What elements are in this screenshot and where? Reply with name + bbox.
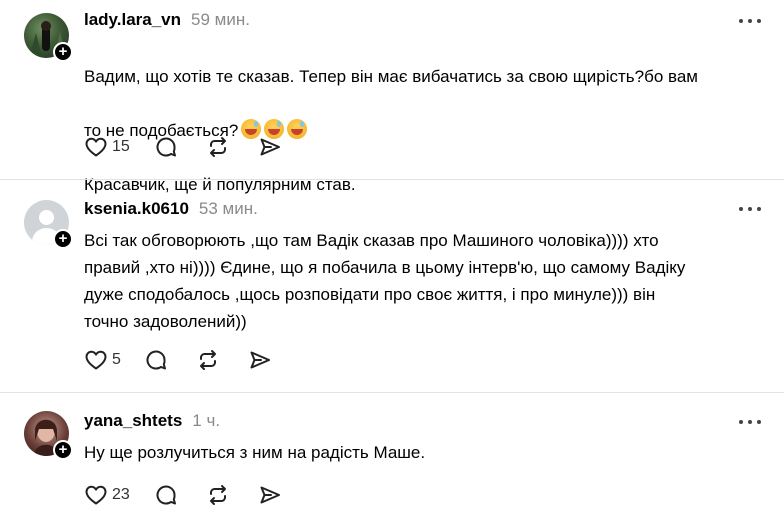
username[interactable]: ksenia.k0610 (84, 199, 189, 219)
repost-icon (210, 485, 226, 505)
share-button[interactable] (248, 347, 288, 373)
send-icon (260, 486, 280, 504)
post: + lady.lara_vn 59 мин. Вадим, що хотів т… (0, 0, 784, 194)
like-count: 5 (112, 351, 121, 368)
like-button[interactable]: 5 (84, 347, 144, 373)
like-count: 23 (112, 486, 130, 503)
like-button[interactable]: 23 (84, 482, 154, 508)
post: + ksenia.k0610 53 мин. Всі так обговорюю… (0, 180, 784, 393)
repost-icon (200, 350, 216, 370)
avatar[interactable]: + (24, 200, 73, 249)
heart-icon (85, 350, 107, 370)
follow-plus-icon[interactable]: + (53, 440, 73, 460)
timestamp: 59 мин. (191, 10, 250, 29)
reply-button[interactable] (144, 347, 196, 373)
more-icon[interactable] (739, 205, 761, 213)
avatar[interactable]: + (24, 13, 73, 62)
username[interactable]: lady.lara_vn (84, 10, 181, 30)
heart-icon (85, 137, 107, 157)
send-icon (260, 138, 280, 156)
share-button[interactable] (258, 134, 298, 160)
more-icon[interactable] (739, 17, 761, 25)
share-button[interactable] (258, 482, 298, 508)
post-text: Ну ще розлучиться з ним на радість Маше. (84, 443, 426, 462)
post-text-line: Вадим, що хотів те сказав. Тепер він має… (84, 67, 698, 86)
like-count: 15 (112, 138, 130, 155)
reply-button[interactable] (154, 482, 206, 508)
reply-button[interactable] (154, 134, 206, 160)
follow-plus-icon[interactable]: + (53, 42, 73, 62)
repost-button[interactable] (206, 482, 258, 508)
post-actions: 5 (84, 347, 288, 373)
comment-icon (146, 350, 166, 370)
post: + yana_shtets 1 ч. Ну ще розлучиться з н… (0, 393, 784, 525)
post-actions: 23 (84, 482, 298, 508)
username[interactable]: yana_shtets (84, 411, 182, 431)
post-actions: 15 (84, 134, 298, 160)
timestamp: 53 мин. (198, 199, 258, 218)
repost-button[interactable] (196, 347, 248, 373)
more-icon[interactable] (739, 418, 761, 426)
like-button[interactable]: 15 (84, 134, 154, 160)
post-header: lady.lara_vn 59 мин. (84, 10, 250, 32)
comment-icon (156, 485, 176, 505)
repost-button[interactable] (206, 134, 258, 160)
post-header: ksenia.k0610 53 мин. (84, 199, 258, 221)
heart-icon (85, 485, 107, 505)
follow-plus-icon[interactable]: + (53, 229, 73, 249)
avatar[interactable]: + (24, 411, 73, 460)
post-header: yana_shtets 1 ч. (84, 411, 220, 433)
repost-icon (210, 137, 226, 157)
timestamp: 1 ч. (192, 411, 221, 430)
post-text: Всі так обговорюють ,що там Вадік сказав… (84, 231, 686, 331)
comment-icon (156, 137, 176, 157)
send-icon (250, 351, 270, 369)
